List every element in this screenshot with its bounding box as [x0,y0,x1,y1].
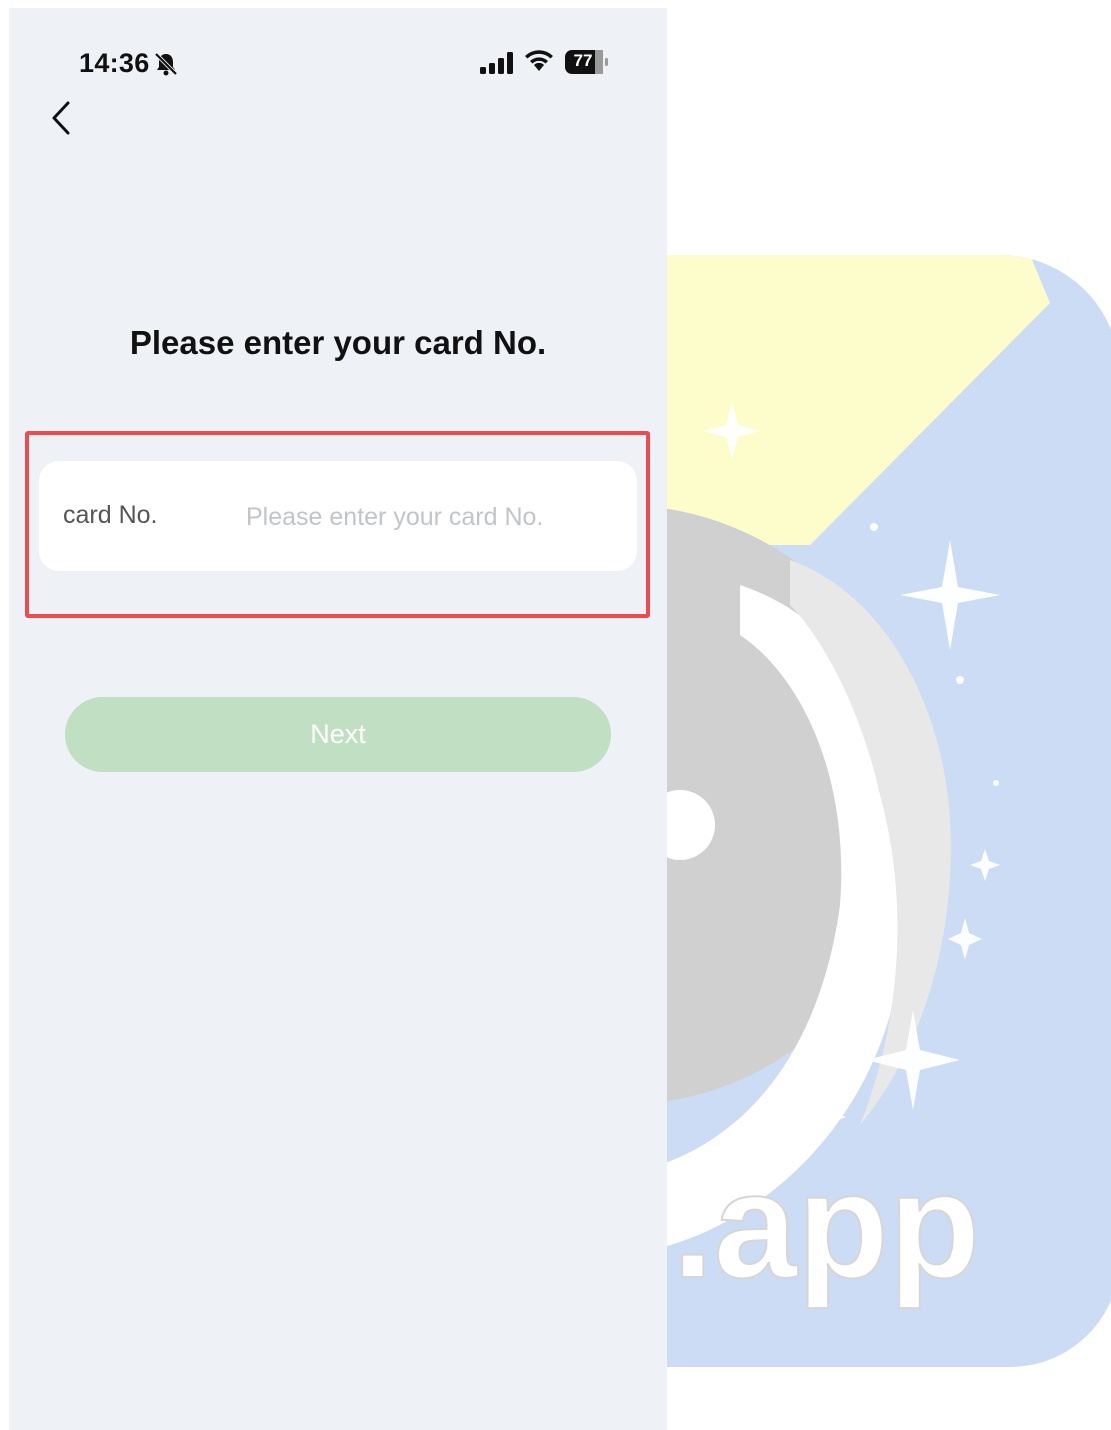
battery-level: 77 [573,51,593,70]
back-button[interactable] [39,96,83,140]
next-button[interactable]: Next [65,697,611,772]
card-number-input[interactable] [244,496,618,538]
bell-slash-icon [154,52,178,76]
chevron-left-icon [52,101,70,135]
signal-icon [480,52,513,74]
page-title: Please enter your card No. [129,324,547,361]
card-number-field: card No. [39,461,637,571]
wifi-icon [525,50,553,71]
watermark-text: .app [672,1141,980,1309]
card-number-label: card No. [63,501,158,529]
status-time: 14:36 [79,48,150,78]
phone-screen: 14:36 77 Please enter your card No. card… [9,8,667,1430]
